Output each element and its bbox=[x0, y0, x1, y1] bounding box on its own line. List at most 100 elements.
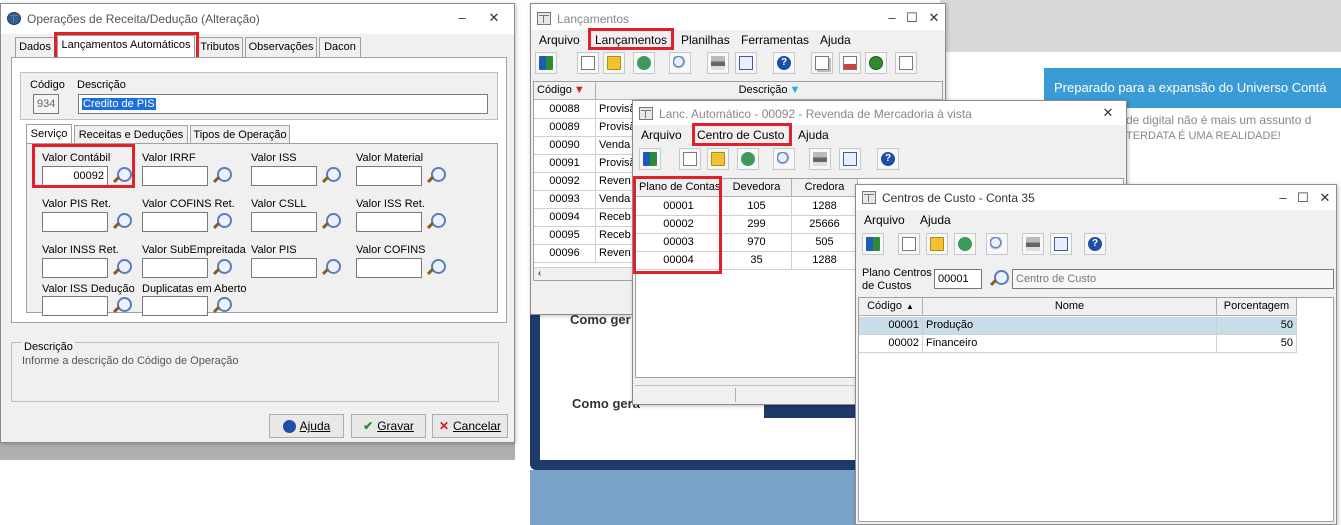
web-button[interactable] bbox=[865, 52, 887, 74]
col-plano-header[interactable]: Plano de Contas bbox=[636, 179, 722, 197]
gravar-button[interactable]: ✔ Gravar bbox=[351, 414, 426, 438]
open-button[interactable] bbox=[603, 52, 625, 74]
close-button[interactable]: ✕ bbox=[1316, 189, 1334, 207]
find-button[interactable] bbox=[773, 148, 795, 170]
new-button[interactable] bbox=[898, 233, 920, 255]
new-button[interactable] bbox=[679, 148, 701, 170]
tab-tributos[interactable]: Tributos bbox=[197, 37, 243, 57]
help-button[interactable]: ? bbox=[877, 148, 899, 170]
valor-iss-deducao-search-icon[interactable] bbox=[111, 296, 132, 316]
valor-irrf-field[interactable] bbox=[142, 166, 208, 186]
scroll-left-icon[interactable]: ‹ bbox=[538, 268, 541, 279]
valor-pis-field[interactable] bbox=[251, 258, 317, 278]
table-row[interactable]: 00001 105 1288 bbox=[636, 198, 858, 216]
valor-csll-search-icon[interactable] bbox=[320, 212, 341, 232]
codigo-field[interactable]: 934 bbox=[33, 94, 59, 114]
valor-pis-search-icon[interactable] bbox=[320, 258, 341, 278]
table-row[interactable]: 00001 Produção 50 bbox=[859, 317, 1297, 335]
help-button[interactable]: ? bbox=[773, 52, 795, 74]
col-codigo-header[interactable]: Código ▼ bbox=[534, 82, 596, 100]
print-button[interactable] bbox=[1022, 233, 1044, 255]
properties-button[interactable] bbox=[839, 52, 861, 74]
menu-centro-de-custo[interactable]: Centro de Custo bbox=[697, 128, 784, 142]
save-button[interactable] bbox=[633, 52, 655, 74]
menu-arquivo[interactable]: Arquivo bbox=[641, 128, 682, 142]
menu-ajuda[interactable]: Ajuda bbox=[920, 213, 951, 227]
close-button[interactable]: ✕ bbox=[1099, 104, 1117, 122]
tab-observacoes[interactable]: Observações bbox=[245, 37, 317, 57]
valor-iss-ret-field[interactable] bbox=[356, 212, 422, 232]
exit-button[interactable] bbox=[862, 233, 884, 255]
find-button[interactable] bbox=[986, 233, 1008, 255]
valor-iss-search-icon[interactable] bbox=[320, 166, 341, 186]
open-button[interactable] bbox=[707, 148, 729, 170]
table-row[interactable]: 00004 35 1288 bbox=[636, 252, 858, 270]
col-devedora-header[interactable]: Devedora bbox=[722, 179, 792, 197]
col-descricao-header[interactable]: Descrição ▼ bbox=[596, 82, 942, 100]
minimize-button[interactable]: – bbox=[1274, 189, 1292, 207]
centro-custo-field[interactable]: Centro de Custo bbox=[1012, 269, 1334, 289]
subtab-receitas-deducoes[interactable]: Receitas e Deduções bbox=[74, 125, 188, 145]
valor-contabil-field[interactable]: 00092 bbox=[42, 166, 108, 186]
subtab-servico[interactable]: Serviço bbox=[26, 124, 72, 144]
menu-ferramentas[interactable]: Ferramentas bbox=[741, 33, 809, 47]
valor-iss-deducao-field[interactable] bbox=[42, 296, 108, 316]
valor-subempreitada-search-icon[interactable] bbox=[211, 258, 232, 278]
cancelar-button[interactable]: ✕ Cancelar bbox=[432, 414, 508, 438]
tab-dados[interactable]: Dados bbox=[15, 37, 55, 57]
duplicatas-aberto-field[interactable] bbox=[142, 296, 208, 316]
menu-lancamentos[interactable]: Lançamentos bbox=[595, 33, 667, 47]
menu-ajuda[interactable]: Ajuda bbox=[798, 128, 829, 142]
valor-cofins-field[interactable] bbox=[356, 258, 422, 278]
col-credora-header[interactable]: Credora bbox=[792, 179, 858, 197]
valor-iss-field[interactable] bbox=[251, 166, 317, 186]
exit-button[interactable] bbox=[535, 52, 557, 74]
exit-button[interactable] bbox=[639, 148, 661, 170]
menu-ajuda[interactable]: Ajuda bbox=[820, 33, 851, 47]
maximize-button[interactable]: ☐ bbox=[903, 9, 921, 27]
valor-irrf-search-icon[interactable] bbox=[211, 166, 232, 186]
valor-pis-ret-search-icon[interactable] bbox=[111, 212, 132, 232]
valor-pis-ret-field[interactable] bbox=[42, 212, 108, 232]
print-button[interactable] bbox=[809, 148, 831, 170]
close-button[interactable]: ✕ bbox=[925, 9, 943, 27]
menu-planilhas[interactable]: Planilhas bbox=[681, 33, 730, 47]
preview-button[interactable] bbox=[1050, 233, 1072, 255]
menu-arquivo[interactable]: Arquivo bbox=[539, 33, 580, 47]
valor-csll-field[interactable] bbox=[251, 212, 317, 232]
copy-button[interactable] bbox=[811, 52, 833, 74]
print-button[interactable] bbox=[707, 52, 729, 74]
valor-material-search-icon[interactable] bbox=[425, 166, 446, 186]
check-button[interactable] bbox=[895, 52, 917, 74]
save-button[interactable] bbox=[954, 233, 976, 255]
table-row[interactable]: 00002 Financeiro 50 bbox=[859, 335, 1297, 353]
col-codigo-header[interactable]: Código ▲ bbox=[859, 298, 923, 316]
valor-inss-ret-search-icon[interactable] bbox=[111, 258, 132, 278]
preview-button[interactable] bbox=[839, 148, 861, 170]
ajuda-button[interactable]: Ajuda bbox=[269, 414, 344, 438]
open-button[interactable] bbox=[926, 233, 948, 255]
duplicatas-aberto-search-icon[interactable] bbox=[211, 296, 232, 316]
close-button[interactable]: ✕ bbox=[485, 9, 503, 27]
valor-inss-ret-field[interactable] bbox=[42, 258, 108, 278]
maximize-button[interactable]: ☐ bbox=[1294, 189, 1312, 207]
valor-subempreitada-field[interactable] bbox=[142, 258, 208, 278]
valor-material-field[interactable] bbox=[356, 166, 422, 186]
descricao-field[interactable]: Credito de PIS bbox=[78, 94, 488, 114]
plano-centros-search-icon[interactable] bbox=[988, 269, 1009, 289]
table-row[interactable]: 00002 299 25666 bbox=[636, 216, 858, 234]
valor-contabil-search-icon[interactable] bbox=[111, 166, 132, 186]
tab-dacon[interactable]: Dacon bbox=[319, 37, 361, 57]
col-porcentagem-header[interactable]: Porcentagem bbox=[1217, 298, 1297, 316]
valor-cofins-ret-search-icon[interactable] bbox=[211, 212, 232, 232]
col-nome-header[interactable]: Nome bbox=[923, 298, 1217, 316]
subtab-tipos-operacao[interactable]: Tipos de Operação bbox=[190, 125, 290, 145]
save-button[interactable] bbox=[737, 148, 759, 170]
table-row[interactable]: 00003 970 505 bbox=[636, 234, 858, 252]
plano-centros-field[interactable]: 00001 bbox=[934, 269, 982, 289]
new-button[interactable] bbox=[577, 52, 599, 74]
preview-button[interactable] bbox=[735, 52, 757, 74]
valor-iss-ret-search-icon[interactable] bbox=[425, 212, 446, 232]
find-button[interactable] bbox=[669, 52, 691, 74]
tab-lancamentos-automaticos[interactable]: Lançamentos Automáticos bbox=[57, 35, 195, 57]
